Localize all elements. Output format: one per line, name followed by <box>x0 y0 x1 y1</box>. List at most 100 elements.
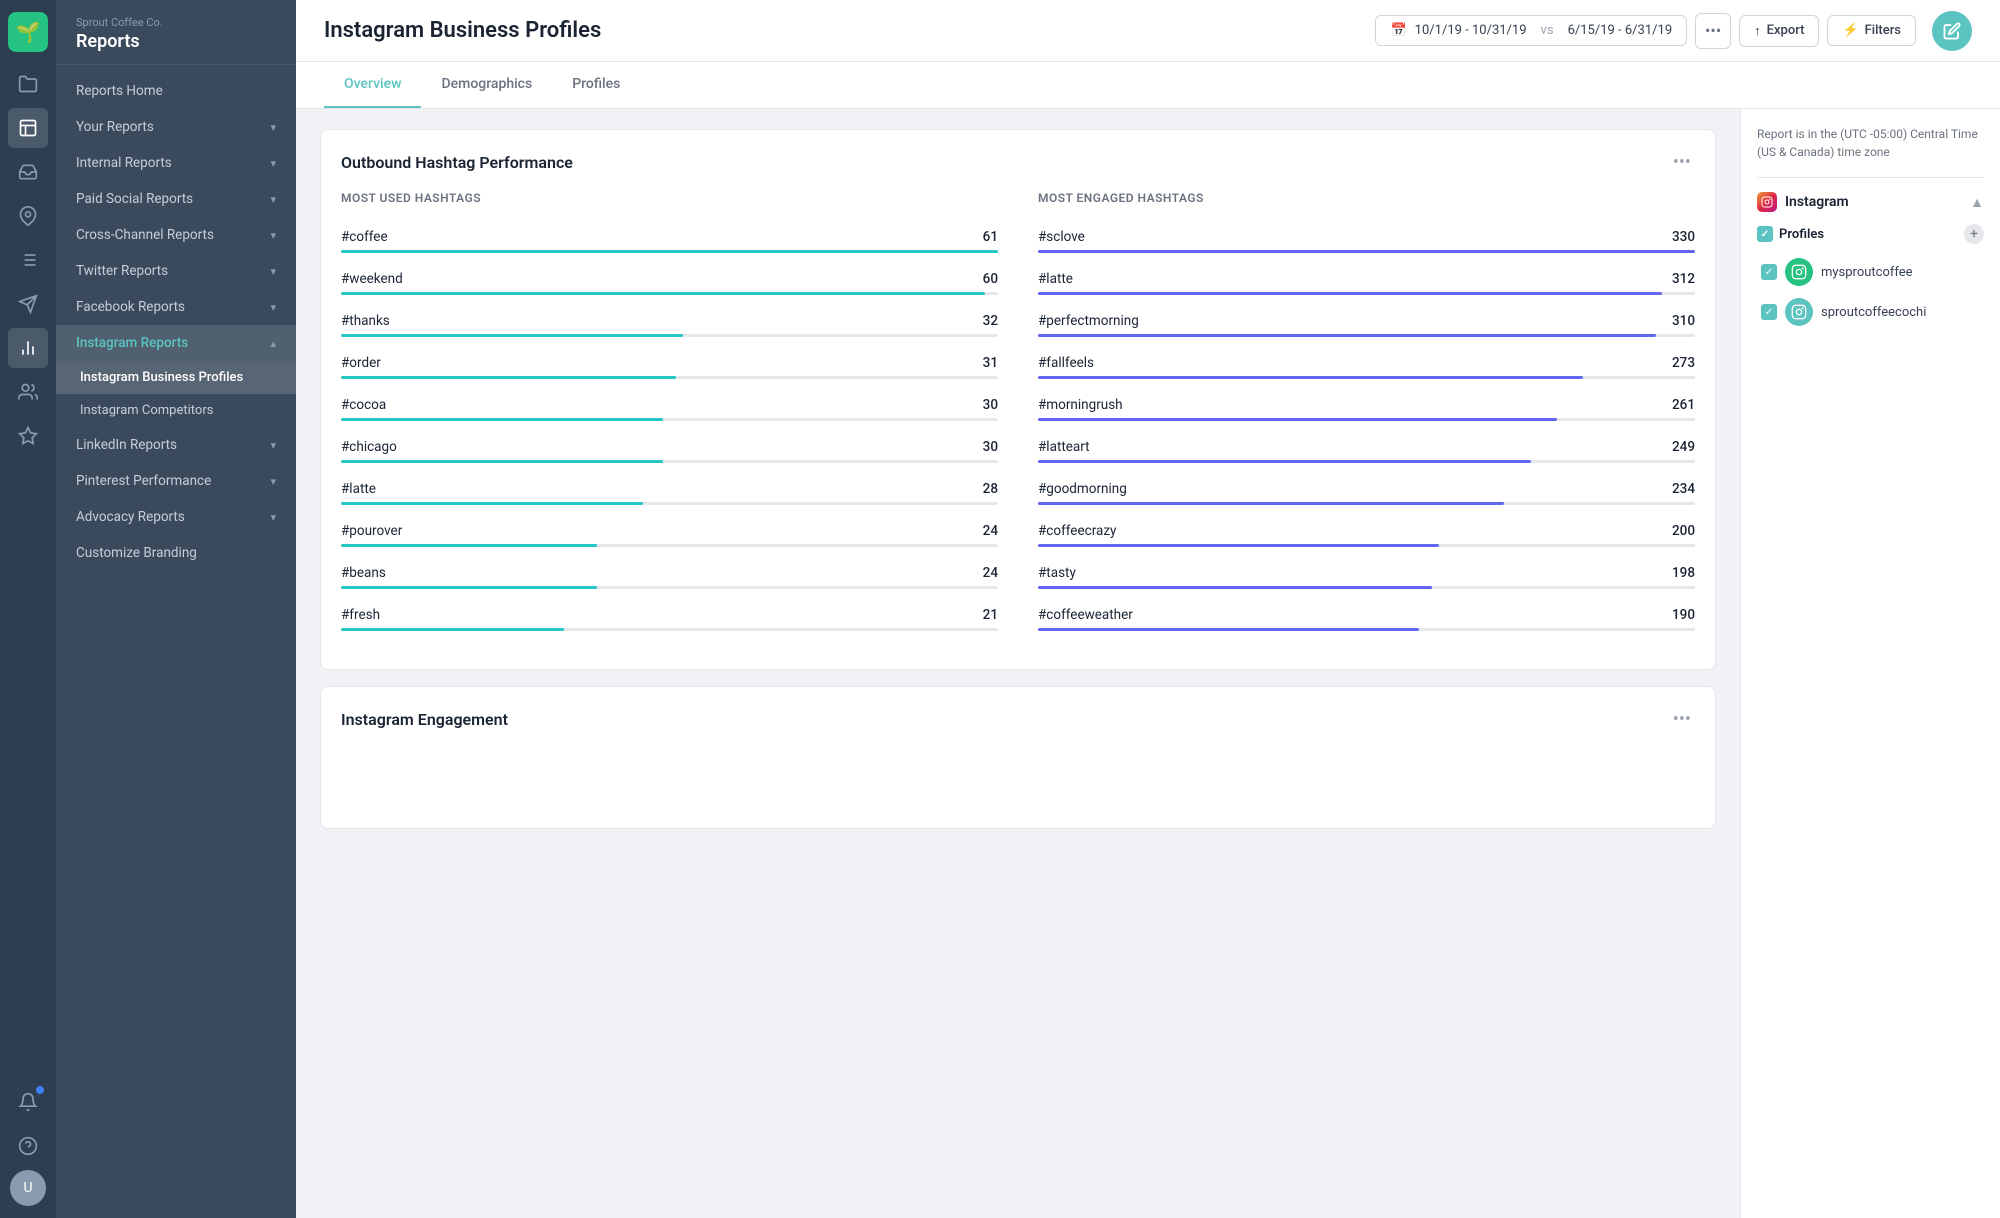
profile-checkbox[interactable]: ✓ <box>1761 264 1777 280</box>
sidebar-item-customize[interactable]: Customize Branding <box>56 535 296 571</box>
profile-item-mysproutcoffee[interactable]: ✓ mysproutcoffee <box>1757 252 1984 292</box>
tab-demographics[interactable]: Demographics <box>421 62 552 108</box>
sidebar-item-twitter[interactable]: Twitter Reports ▾ <box>56 253 296 289</box>
chevron-icon: ▾ <box>270 439 276 452</box>
page-header: Instagram Business Profiles 📅 10/1/19 - … <box>296 0 2000 62</box>
hashtag-bar-fill <box>341 502 643 505</box>
more-options-button[interactable]: ••• <box>1695 13 1731 49</box>
profile-checkbox[interactable]: ✓ <box>1761 304 1777 320</box>
hashtag-bar-fill <box>1038 586 1432 589</box>
card-more-button[interactable]: ••• <box>1669 148 1695 177</box>
sidebar-item-reports-home[interactable]: Reports Home <box>56 73 296 109</box>
header-controls: 📅 10/1/19 - 10/31/19 vs 6/15/19 - 6/31/1… <box>1375 11 1972 51</box>
sidebar-nav: Reports Home Your Reports ▾ Internal Rep… <box>56 65 296 1218</box>
engagement-card: Instagram Engagement ••• <box>320 686 1716 829</box>
export-button[interactable]: ↑ Export <box>1739 15 1819 47</box>
instagram-section-title: Instagram <box>1757 192 1849 212</box>
hashtag-bar-track <box>1038 376 1695 379</box>
nav-icon-folder[interactable] <box>8 64 48 104</box>
sidebar-subitem-instagram-business[interactable]: Instagram Business Profiles <box>56 361 296 394</box>
add-profile-button[interactable]: + <box>1964 224 1984 244</box>
tab-overview[interactable]: Overview <box>324 62 421 108</box>
right-panel: Report is in the (UTC -05:00) Central Ti… <box>1740 109 2000 1218</box>
collapse-instagram-button[interactable]: ▲ <box>1970 194 1984 211</box>
hashtag-bar-fill <box>1038 292 1662 295</box>
chevron-icon: ▾ <box>270 301 276 314</box>
nav-icon-analytics[interactable] <box>8 328 48 368</box>
profile-name: mysproutcoffee <box>1821 265 1913 280</box>
hashtag-name: #perfectmorning <box>1038 313 1139 329</box>
hashtag-count: 312 <box>1672 271 1695 287</box>
help-icon[interactable] <box>8 1126 48 1166</box>
page-title: Instagram Business Profiles <box>324 18 601 43</box>
nav-icon-star[interactable] <box>8 416 48 456</box>
hashtag-bar-track <box>1038 292 1695 295</box>
sidebar-title: Reports <box>76 31 276 52</box>
hashtag-bar-fill <box>341 250 998 253</box>
sidebar-item-linkedin[interactable]: LinkedIn Reports ▾ <box>56 427 296 463</box>
hashtag-name: #beans <box>341 565 386 581</box>
engagement-card-more-button[interactable]: ••• <box>1669 705 1695 734</box>
hashtag-name: #order <box>341 355 381 371</box>
hashtag-bar-fill <box>341 544 597 547</box>
nav-icon-reports[interactable] <box>8 108 48 148</box>
sidebar-company: Sprout Coffee Co. <box>76 16 276 29</box>
divider <box>1757 177 1984 178</box>
hashtag-count: 234 <box>1672 481 1695 497</box>
instagram-section-header: Instagram ▲ <box>1757 192 1984 212</box>
chevron-icon: ▴ <box>270 337 276 350</box>
main-content: Instagram Business Profiles 📅 10/1/19 - … <box>296 0 2000 1218</box>
sidebar-item-instagram[interactable]: Instagram Reports ▴ <box>56 325 296 361</box>
hashtag-count: 21 <box>983 607 998 623</box>
hashtag-name: #tasty <box>1038 565 1076 581</box>
hashtag-name: #fallfeels <box>1038 355 1094 371</box>
ellipsis-icon: ••• <box>1705 21 1721 40</box>
nav-icon-pin[interactable] <box>8 196 48 236</box>
logo-icon[interactable]: 🌱 <box>8 12 48 52</box>
sidebar-item-facebook[interactable]: Facebook Reports ▾ <box>56 289 296 325</box>
hashtag-row: #weekend 60 <box>341 271 998 295</box>
compose-button[interactable] <box>1932 11 1972 51</box>
filters-button[interactable]: ⚡ Filters <box>1827 15 1916 46</box>
nav-icon-inbox[interactable] <box>8 152 48 192</box>
hashtag-bar-fill <box>341 418 663 421</box>
hashtag-row-top: #latte 28 <box>341 481 998 497</box>
sidebar-item-paid-social[interactable]: Paid Social Reports ▾ <box>56 181 296 217</box>
notifications-icon[interactable] <box>8 1082 48 1122</box>
sidebar-item-pinterest[interactable]: Pinterest Performance ▾ <box>56 463 296 499</box>
user-avatar[interactable]: U <box>10 1170 46 1206</box>
hashtag-name: #chicago <box>341 439 397 455</box>
compare-range-text: 6/15/19 - 6/31/19 <box>1568 23 1673 38</box>
hashtag-row-top: #order 31 <box>341 355 998 371</box>
date-range-button[interactable]: 📅 10/1/19 - 10/31/19 vs 6/15/19 - 6/31/1… <box>1375 15 1687 46</box>
hashtag-row-top: #coffeecrazy 200 <box>1038 523 1695 539</box>
sidebar-item-advocacy[interactable]: Advocacy Reports ▾ <box>56 499 296 535</box>
hashtag-bar-track <box>1038 250 1695 253</box>
sidebar: Sprout Coffee Co. Reports Reports Home Y… <box>56 0 296 1218</box>
profile-item-sproutcoffeecochi[interactable]: ✓ sproutcoffeecochi <box>1757 292 1984 332</box>
hashtag-count: 261 <box>1672 397 1695 413</box>
sidebar-item-your-reports[interactable]: Your Reports ▾ <box>56 109 296 145</box>
profile-avatar <box>1785 298 1813 326</box>
tab-profiles[interactable]: Profiles <box>552 62 640 108</box>
hashtag-row-top: #cocoa 30 <box>341 397 998 413</box>
chevron-icon: ▾ <box>270 121 276 134</box>
hashtag-performance-card: Outbound Hashtag Performance ••• Most Us… <box>320 129 1716 670</box>
nav-icon-list[interactable] <box>8 240 48 280</box>
sidebar-item-cross-channel[interactable]: Cross-Channel Reports ▾ <box>56 217 296 253</box>
sidebar-subitem-instagram-competitors[interactable]: Instagram Competitors <box>56 394 296 427</box>
hashtag-used-list: #coffee 61 #weekend 60 #thanks 32 #order… <box>341 229 998 631</box>
hashtag-count: 60 <box>983 271 998 287</box>
hashtag-count: 30 <box>983 397 998 413</box>
hashtag-row: #pourover 24 <box>341 523 998 547</box>
chevron-icon: ▾ <box>270 475 276 488</box>
sidebar-header: Sprout Coffee Co. Reports <box>56 0 296 65</box>
sidebar-item-internal-reports[interactable]: Internal Reports ▾ <box>56 145 296 181</box>
hashtag-name: #thanks <box>341 313 390 329</box>
profiles-checkbox[interactable]: ✓ <box>1757 226 1773 242</box>
nav-icon-send[interactable] <box>8 284 48 324</box>
hashtag-card-title: Outbound Hashtag Performance <box>341 153 573 172</box>
nav-icon-people[interactable] <box>8 372 48 412</box>
hashtag-name: #latte <box>341 481 376 497</box>
hashtag-name: #latteart <box>1038 439 1090 455</box>
